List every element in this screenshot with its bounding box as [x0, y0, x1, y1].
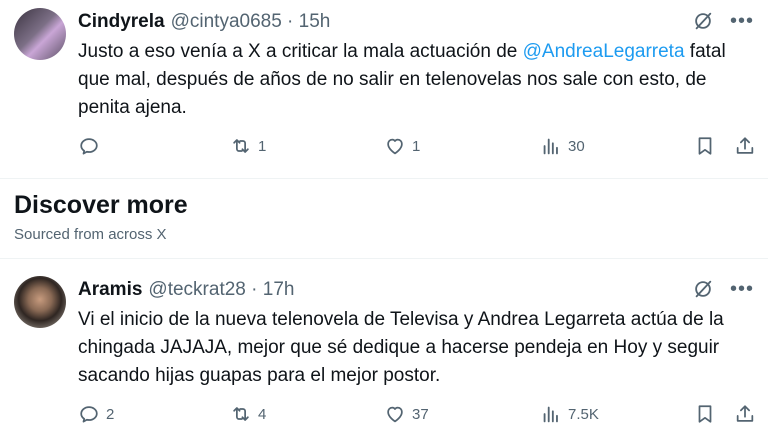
views-button[interactable]: 30 [540, 132, 585, 160]
tweet-aramis[interactable]: Aramis @teckrat28 · 17h ••• Vi el inicio… [0, 266, 768, 433]
like-count: 1 [412, 137, 421, 155]
tweet-text-part: Justo a eso venía a X a criticar la mala… [78, 41, 523, 62]
tweet-header-actions: ••• [692, 278, 754, 300]
bookmark-button[interactable] [694, 132, 716, 160]
like-button[interactable]: 1 [384, 132, 420, 160]
more-icon[interactable]: ••• [730, 11, 754, 31]
grok-icon[interactable] [692, 10, 714, 32]
share-icon [736, 405, 754, 422]
heart-icon [387, 138, 403, 155]
heart-icon [387, 406, 403, 423]
reply-count: 2 [106, 405, 115, 423]
views-button[interactable]: 7.5K [540, 400, 599, 428]
repost-icon [233, 139, 249, 153]
reply-button[interactable] [78, 132, 106, 160]
repost-button[interactable]: 1 [230, 132, 266, 160]
repost-button[interactable]: 4 [230, 400, 266, 428]
discover-title: Discover more [14, 191, 188, 219]
share-icon [736, 137, 754, 154]
tweet-actions: 2 4 37 7.5K [78, 400, 754, 428]
grok-icon[interactable] [692, 278, 714, 300]
mention-link[interactable]: @AndreaLegarreta [523, 41, 685, 62]
views-icon [543, 138, 558, 155]
avatar[interactable] [14, 8, 66, 60]
repost-count: 4 [258, 405, 267, 423]
view-count: 30 [568, 137, 585, 155]
views-icon [543, 406, 558, 423]
author-handle-time[interactable]: @teckrat28 · 17h [148, 279, 294, 301]
repost-count: 1 [258, 137, 267, 155]
tweet-text: Vi el inicio de la nueva telenovela de T… [78, 309, 724, 386]
reply-icon [80, 138, 98, 155]
tweet-header: Cindyrela @cintya0685 · 15h [78, 10, 330, 34]
bookmark-button[interactable] [694, 400, 716, 428]
repost-icon [233, 407, 249, 421]
divider [0, 258, 768, 259]
like-button[interactable]: 37 [384, 400, 429, 428]
tweet-actions: 1 1 30 [78, 132, 754, 160]
tweet-text: Justo a eso venía a X a criticar la mala… [78, 38, 756, 122]
bookmark-icon [698, 405, 712, 423]
tweet-header-actions: ••• [692, 10, 754, 32]
divider [0, 178, 768, 179]
tweet-header: Aramis @teckrat28 · 17h [78, 278, 294, 302]
like-count: 37 [412, 405, 429, 423]
tweet-cindyrela[interactable]: Cindyrela @cintya0685 · 15h ••• Justo a … [0, 0, 768, 178]
discover-subtitle: Sourced from across X [14, 226, 167, 243]
author-name[interactable]: Aramis [78, 279, 142, 301]
author-handle-time[interactable]: @cintya0685 · 15h [171, 11, 331, 33]
author-name[interactable]: Cindyrela [78, 11, 165, 33]
share-button[interactable] [734, 132, 756, 160]
view-count: 7.5K [568, 405, 599, 423]
reply-button[interactable]: 2 [78, 400, 114, 428]
share-button[interactable] [734, 400, 756, 428]
reply-icon [80, 406, 98, 423]
avatar[interactable] [14, 276, 66, 328]
bookmark-icon [698, 137, 712, 155]
more-icon[interactable]: ••• [730, 279, 754, 299]
